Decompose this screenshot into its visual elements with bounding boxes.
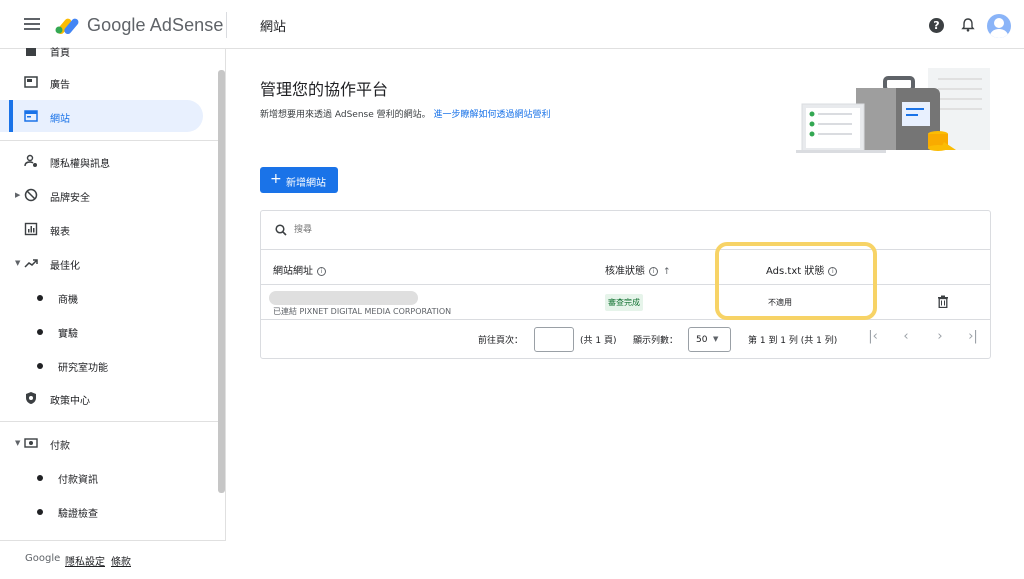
total-pages-label: (共 1 頁)	[580, 336, 617, 346]
bullet-icon	[37, 329, 43, 335]
table-divider	[261, 319, 990, 320]
sidebar-item-label: 品牌安全	[50, 193, 90, 204]
bullet-icon	[37, 363, 43, 369]
home-icon	[26, 48, 36, 56]
menu-icon[interactable]	[24, 18, 40, 32]
sidebar-item-home[interactable]: 首頁	[0, 34, 218, 66]
avatar[interactable]	[987, 14, 1011, 38]
payments-icon	[24, 438, 38, 448]
sidebar-item-label: 隱私權與訊息	[50, 159, 110, 170]
trending-up-icon	[24, 259, 38, 268]
approval-status-badge: 審查完成	[605, 294, 643, 311]
brand-title: Google AdSense	[87, 15, 224, 35]
search-icon	[275, 224, 287, 236]
adsense-logo	[55, 18, 79, 34]
info-icon[interactable]: i	[317, 266, 326, 276]
block-icon	[24, 188, 38, 202]
rows-per-page-select[interactable]: 50 ▼	[688, 327, 731, 352]
caret-right-icon[interactable]: ▶	[15, 191, 20, 199]
column-header-site-url[interactable]: 網站網址 i	[273, 262, 326, 277]
sidebar: 首頁 廣告 網站 隱私權與訊息 ▶ 品牌安全 報表 ▼ 最佳化 商機 實驗 研究…	[0, 48, 226, 579]
page-subtitle: 新增想要用來透過 AdSense 營利的網站。 進一步瞭解如何透過網站營利	[260, 107, 551, 120]
reports-icon	[24, 222, 38, 236]
footer-privacy-link[interactable]: 隱私設定	[65, 553, 105, 568]
page-header-title: 網站	[260, 20, 287, 35]
bullet-icon	[37, 295, 43, 301]
info-icon[interactable]: i	[649, 266, 658, 276]
next-page-icon[interactable]: ›	[931, 329, 949, 349]
sidebar-item-label: 研究室功能	[58, 363, 108, 374]
delete-icon[interactable]	[937, 295, 949, 308]
sidebar-item-brand-safety[interactable]: ▶ 品牌安全	[0, 179, 218, 211]
goto-page-input[interactable]	[534, 327, 574, 352]
sidebar-item-sites[interactable]: 網站	[0, 100, 203, 132]
header-divider	[226, 12, 227, 38]
redacted-site-url	[269, 291, 418, 305]
previous-page-icon[interactable]: ‹	[897, 329, 915, 349]
help-icon[interactable]: ?	[929, 18, 944, 33]
sidebar-divider	[0, 421, 218, 422]
goto-page-label: 前往頁次：	[478, 336, 524, 346]
rows-per-page-label: 顯示列數：	[633, 336, 679, 346]
sidebar-item-label: 政策中心	[50, 396, 90, 407]
sidebar-item-reports[interactable]: 報表	[0, 213, 218, 245]
footer-terms-link[interactable]: 條款	[111, 553, 131, 568]
notification-bell-icon[interactable]	[960, 17, 976, 33]
footer-google-label: Google	[25, 553, 61, 564]
sidebar-item-opportunities[interactable]: 商機	[0, 281, 218, 313]
search-input[interactable]	[294, 222, 594, 238]
sites-icon	[24, 110, 38, 122]
connected-account-label: 已連結 PIXNET DIGITAL MEDIA CORPORATION	[273, 307, 452, 316]
ads-txt-highlight-box	[715, 242, 877, 320]
caret-down-icon[interactable]: ▼	[15, 259, 20, 267]
sidebar-item-payments[interactable]: ▼ 付款	[0, 427, 218, 459]
rows-per-page-value: 50	[696, 335, 708, 345]
sidebar-item-label: 最佳化	[50, 261, 80, 272]
column-header-approval-status[interactable]: 核准狀態 i ↑	[605, 262, 671, 277]
sidebar-item-payment-info[interactable]: 付款資訊	[0, 461, 218, 493]
add-site-label: 新增網站	[286, 178, 326, 189]
table-divider	[261, 284, 990, 285]
briefcase-illustration	[796, 68, 990, 153]
sidebar-item-privacy[interactable]: 隱私權與訊息	[0, 145, 218, 177]
sidebar-item-ads[interactable]: 廣告	[0, 66, 218, 98]
plus-icon: +	[270, 171, 282, 187]
sidebar-item-label: 網站	[50, 114, 70, 125]
sidebar-item-label: 付款	[50, 441, 70, 452]
row-range-label: 第 1 到 1 列 (共 1 列)	[748, 336, 838, 346]
sidebar-item-label: 首頁	[50, 48, 70, 59]
first-page-icon[interactable]: |‹	[864, 329, 882, 349]
caret-down-icon[interactable]: ▼	[15, 439, 20, 447]
sites-table-card: 網站網址i 核准狀態i↑ Ads.txt 狀態i 已連結 PIXNET DIGI…	[260, 210, 991, 359]
ads-icon	[24, 76, 38, 88]
sidebar-item-policy-center[interactable]: 政策中心	[0, 382, 218, 414]
sidebar-item-label: 付款資訊	[58, 475, 98, 486]
subtitle-text: 新增想要用來透過 AdSense 營利的網站。	[260, 110, 431, 120]
sidebar-item-label: 實驗	[58, 329, 78, 340]
sidebar-item-experiments[interactable]: 實驗	[0, 315, 218, 347]
sidebar-item-label: 報表	[50, 227, 70, 238]
table-divider	[261, 249, 990, 250]
policy-shield-icon	[26, 392, 36, 404]
sidebar-item-labs[interactable]: 研究室功能	[0, 349, 218, 381]
column-header-label: 網站網址	[273, 266, 313, 277]
sidebar-scrollbar[interactable]	[218, 70, 225, 493]
sidebar-item-verification[interactable]: 驗證檢查	[0, 495, 218, 527]
sidebar-item-label: 商機	[58, 295, 78, 306]
sort-arrow-up-icon[interactable]: ↑	[663, 267, 671, 277]
sidebar-divider	[0, 140, 218, 141]
page-title: 管理您的協作平台	[260, 80, 389, 99]
bullet-icon	[37, 509, 43, 515]
sidebar-item-label: 廣告	[50, 80, 70, 91]
last-page-icon[interactable]: ›|	[964, 329, 982, 349]
column-header-label: 核准狀態	[605, 266, 645, 277]
sidebar-item-label: 驗證檢查	[58, 509, 98, 520]
bullet-icon	[37, 475, 43, 481]
privacy-user-icon	[24, 154, 37, 167]
learn-more-link[interactable]: 進一步瞭解如何透過網站營利	[434, 110, 551, 120]
sidebar-footer: Google 隱私設定 條款	[0, 540, 226, 579]
add-site-button[interactable]: + 新增網站	[260, 167, 338, 193]
dropdown-arrow-icon: ▼	[713, 335, 719, 343]
sidebar-item-optimization[interactable]: ▼ 最佳化	[0, 247, 218, 279]
